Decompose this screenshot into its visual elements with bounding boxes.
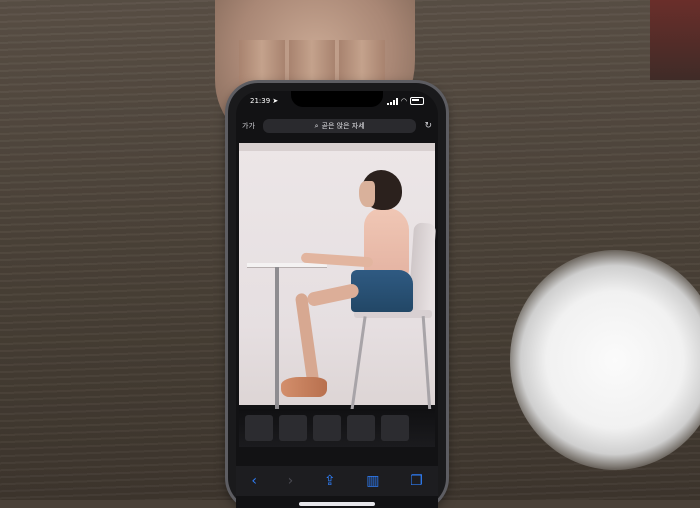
- home-indicator[interactable]: [299, 502, 375, 506]
- table-leg: [275, 267, 279, 417]
- thumbnail[interactable]: [279, 415, 307, 441]
- reload-icon[interactable]: ↻: [424, 121, 432, 131]
- phone-screen: 21:39 ➤ ◠ 가가 ⌕ 곧은 앉은 자세 ↻ ‹ › ⇪ ▥ ❐: [236, 91, 438, 508]
- person-shoe: [281, 377, 327, 397]
- signal-bars-icon: [386, 97, 398, 105]
- address-bar: 가가 ⌕ 곧은 앉은 자세 ↻: [242, 117, 432, 135]
- thumbnail[interactable]: [381, 415, 409, 441]
- text-size-button[interactable]: 가가: [242, 121, 255, 131]
- woman-sitting-at-table-photo[interactable]: [239, 143, 437, 418]
- battery-icon: [410, 97, 424, 105]
- person-skirt: [351, 270, 413, 312]
- book-icon[interactable]: ▥: [366, 474, 379, 488]
- red-object-corner: [650, 0, 700, 80]
- person-face: [359, 181, 375, 207]
- chevron-left-icon[interactable]: ‹: [251, 474, 257, 488]
- browser-toolbar: ‹ › ⇪ ▥ ❐: [236, 466, 438, 496]
- tabs-icon[interactable]: ❐: [410, 474, 423, 488]
- smartphone: 21:39 ➤ ◠ 가가 ⌕ 곧은 앉은 자세 ↻ ‹ › ⇪ ▥ ❐: [228, 83, 446, 508]
- thumbnail[interactable]: [347, 415, 375, 441]
- person-torso: [364, 208, 409, 278]
- thumbnail[interactable]: [313, 415, 341, 441]
- person-shin: [294, 292, 320, 384]
- location-arrow-icon: ➤: [272, 97, 279, 105]
- url-text: 곧은 앉은 자세: [321, 122, 365, 130]
- table-top: [247, 263, 327, 268]
- photo-top-strip: [239, 143, 435, 151]
- chevron-right-icon[interactable]: ›: [288, 474, 294, 488]
- share-icon[interactable]: ⇪: [324, 474, 336, 488]
- thumbnail[interactable]: [245, 415, 273, 441]
- image-thumbnail-strip: [239, 409, 435, 447]
- chair-leg: [350, 316, 367, 411]
- chair-leg: [421, 316, 432, 411]
- search-icon: ⌕: [314, 121, 319, 130]
- status-bar: 21:39 ➤ ◠: [250, 95, 424, 107]
- url-field[interactable]: ⌕ 곧은 앉은 자세: [262, 119, 417, 133]
- wifi-icon: ◠: [400, 97, 407, 105]
- status-time: 21:39: [250, 97, 271, 105]
